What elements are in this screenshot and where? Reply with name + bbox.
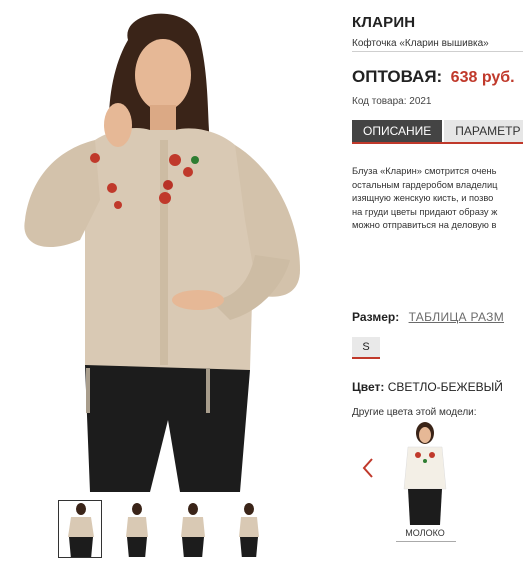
price-row: ОПТОВАЯ: 638 руб. — [352, 67, 515, 87]
tab-description[interactable]: ОПИСАНИЕ — [352, 120, 443, 142]
thumbnail-image — [239, 503, 259, 557]
info-tabs: ОПИСАНИЕ ПАРАМЕТР — [352, 120, 523, 142]
alt-color-photo[interactable] — [396, 419, 454, 525]
chevron-left-icon[interactable] — [360, 456, 376, 480]
alt-color-underline — [396, 541, 456, 542]
divider — [352, 51, 523, 52]
description-line: можно отправиться на деловую в — [352, 220, 497, 230]
thumbnail[interactable] — [226, 500, 270, 558]
color-label: Цвет: — [352, 380, 385, 394]
size-option-s[interactable]: S — [352, 337, 380, 359]
price-value: 638 руб. — [450, 69, 515, 86]
thumbnail-image — [68, 503, 94, 557]
price-label: ОПТОВАЯ: — [352, 67, 443, 86]
product-subtitle: Кофточка «Кларин вышивка» — [352, 38, 489, 49]
main-product-photo[interactable] — [0, 0, 330, 492]
thumbnail[interactable] — [114, 500, 158, 558]
thumbnail[interactable] — [170, 500, 214, 558]
description-line: на груди цветы придают образу ж — [352, 206, 498, 217]
color-row: Цвет: СВЕТЛО-БЕЖЕВЫЙ — [352, 380, 503, 394]
product-description: Блуза «Кларин» смотрится очень остальным… — [352, 165, 523, 233]
description-line: остальным гардеробом владелиц — [352, 179, 498, 190]
tab-parameters[interactable]: ПАРАМЕТР — [442, 120, 523, 142]
description-line: Блуза «Кларин» смотрится очень — [352, 166, 497, 176]
color-value: СВЕТЛО-БЕЖЕВЫЙ — [387, 380, 503, 394]
thumbnail-image — [181, 503, 205, 557]
product-info: КЛАРИН Кофточка «Кларин вышивка» ОПТОВАЯ… — [352, 0, 523, 563]
product-code: Код товара: 2021 — [352, 96, 432, 107]
size-table-link[interactable]: ТАБЛИЦА РАЗМ — [409, 310, 504, 324]
description-line: изящную женскую кисть, и позво — [352, 193, 494, 203]
alt-color-name: МОЛОКО — [405, 528, 445, 538]
model-image — [24, 13, 300, 492]
alt-color-image — [403, 422, 447, 525]
other-colors-label: Другие цвета этой модели: — [352, 407, 477, 418]
thumbnail[interactable] — [58, 500, 102, 558]
product-title: КЛАРИН — [352, 14, 416, 31]
tabs-underline — [352, 142, 523, 144]
size-label: Размер: — [352, 310, 400, 324]
size-row: Размер: ТАБЛИЦА РАЗМ — [352, 310, 504, 324]
thumbnail-strip — [58, 500, 270, 558]
thumbnail-image — [126, 503, 148, 557]
